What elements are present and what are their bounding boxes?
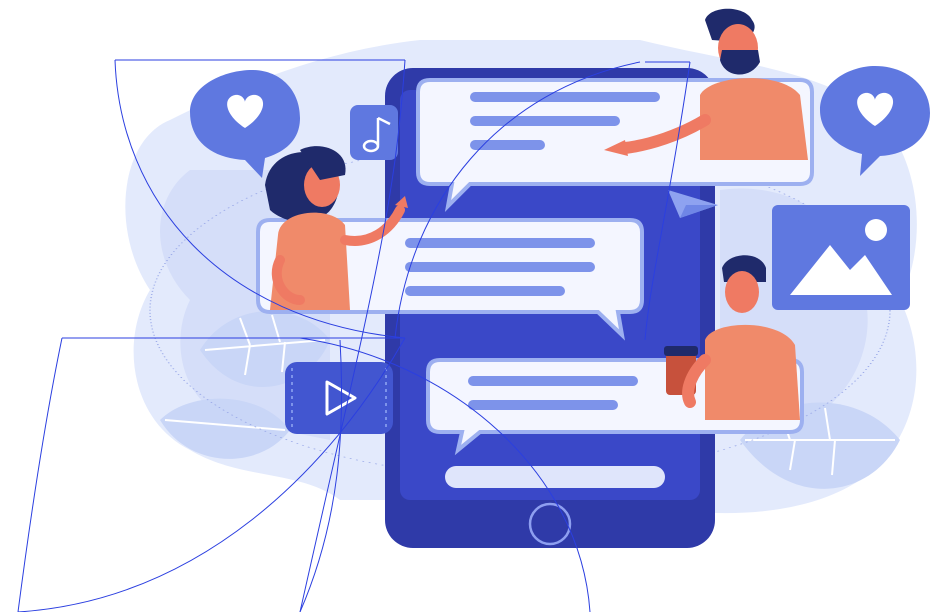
chat-illustration bbox=[17, 8, 930, 612]
illustration-stage bbox=[0, 0, 948, 612]
play-icon bbox=[285, 362, 393, 434]
image-icon bbox=[772, 205, 910, 310]
music-note-icon bbox=[350, 105, 398, 160]
phone-input-bar bbox=[445, 466, 665, 488]
